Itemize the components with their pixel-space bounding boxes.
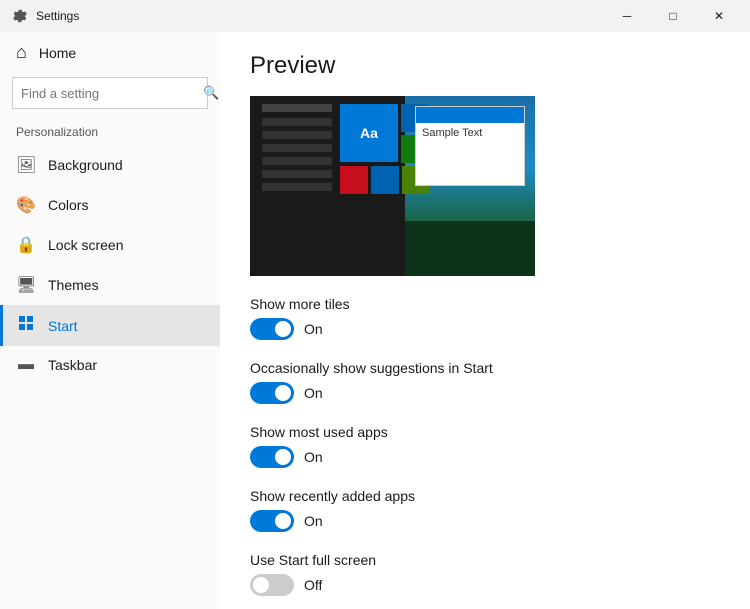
lockscreen-label: Lock screen: [48, 237, 123, 253]
setting-more-tiles: Show more tiles On: [250, 296, 720, 340]
app-title: Settings: [36, 9, 79, 23]
page-title: Preview: [250, 52, 720, 80]
close-button[interactable]: ✕: [696, 0, 742, 32]
taskbar-label: Taskbar: [48, 357, 97, 373]
home-label: Home: [39, 45, 76, 61]
themes-label: Themes: [48, 277, 99, 293]
settings-list: Show more tilesOnOccasionally show sugge…: [250, 296, 720, 609]
toggle-state-most-used: On: [304, 449, 323, 465]
start-icon: [16, 315, 36, 336]
toggle-row-most-used: On: [250, 446, 720, 468]
toggle-knob-recently-added: [275, 513, 291, 529]
toggle-full-screen[interactable]: [250, 574, 294, 596]
tile-aa: Aa: [340, 104, 398, 162]
desktop-preview: Sample Text: [405, 96, 535, 276]
preview-image: Aa: [250, 96, 535, 276]
toggle-state-full-screen: Off: [304, 577, 322, 593]
toggle-row-more-tiles: On: [250, 318, 720, 340]
toggle-most-used[interactable]: [250, 446, 294, 468]
sample-window: Sample Text: [415, 106, 525, 186]
search-input[interactable]: [21, 86, 197, 101]
window-title-bar: [416, 107, 524, 123]
setting-label-more-tiles: Show more tiles: [250, 296, 720, 312]
themes-icon: 🖥: [16, 275, 36, 295]
sidebar: ⌂ Home 🔍 Personalization 🖼 Background 🎨 …: [0, 32, 220, 609]
minimize-button[interactable]: ─: [604, 0, 650, 32]
sidebar-item-themes[interactable]: 🖥 Themes: [0, 265, 220, 305]
toggle-knob-full-screen: [253, 577, 269, 593]
sidebar-item-taskbar[interactable]: ▬ Taskbar: [0, 346, 220, 384]
setting-label-most-used: Show most used apps: [250, 424, 720, 440]
window-controls: ─ □ ✕: [604, 0, 742, 32]
toggle-recently-added[interactable]: [250, 510, 294, 532]
colors-label: Colors: [48, 197, 88, 213]
setting-label-recently-added: Show recently added apps: [250, 488, 720, 504]
toggle-more-tiles[interactable]: [250, 318, 294, 340]
setting-recently-added: Show recently added apps On: [250, 488, 720, 532]
toggle-state-recently-added: On: [304, 513, 323, 529]
maximize-button[interactable]: □: [650, 0, 696, 32]
title-bar: Settings ─ □ ✕: [0, 0, 750, 32]
taskbar-icon: ▬: [16, 356, 36, 374]
toggle-knob-most-used: [275, 449, 291, 465]
background-label: Background: [48, 157, 123, 173]
settings-icon: [12, 8, 28, 24]
home-item[interactable]: ⌂ Home: [0, 32, 220, 73]
lockscreen-icon: 🔒: [16, 235, 36, 255]
sidebar-item-background[interactable]: 🖼 Background: [0, 145, 220, 185]
setting-most-used: Show most used apps On: [250, 424, 720, 468]
toggle-state-more-tiles: On: [304, 321, 323, 337]
toggle-row-full-screen: Off: [250, 574, 720, 596]
setting-full-screen: Use Start full screen Off: [250, 552, 720, 596]
sidebar-item-colors[interactable]: 🎨 Colors: [0, 185, 220, 225]
toggle-row-recently-added: On: [250, 510, 720, 532]
start-menu-preview: Aa: [250, 96, 405, 276]
content-area: Preview: [220, 32, 750, 609]
home-icon: ⌂: [16, 42, 27, 63]
search-icon: 🔍: [203, 85, 219, 101]
setting-label-suggestions: Occasionally show suggestions in Start: [250, 360, 720, 376]
title-bar-left: Settings: [12, 8, 79, 24]
colors-icon: 🎨: [16, 195, 36, 215]
toggle-knob-more-tiles: [275, 321, 291, 337]
section-title: Personalization: [0, 117, 220, 145]
start-label: Start: [48, 318, 78, 334]
toggle-state-suggestions: On: [304, 385, 323, 401]
app-body: ⌂ Home 🔍 Personalization 🖼 Background 🎨 …: [0, 32, 750, 609]
setting-label-full-screen: Use Start full screen: [250, 552, 720, 568]
background-icon: 🖼: [16, 155, 36, 175]
sample-text: Sample Text: [422, 127, 482, 139]
toggle-row-suggestions: On: [250, 382, 720, 404]
search-box[interactable]: 🔍: [12, 77, 208, 109]
toggle-suggestions[interactable]: [250, 382, 294, 404]
sidebar-item-lockscreen[interactable]: 🔒 Lock screen: [0, 225, 220, 265]
toggle-knob-suggestions: [275, 385, 291, 401]
sidebar-item-start[interactable]: Start: [0, 305, 220, 346]
setting-suggestions: Occasionally show suggestions in Start On: [250, 360, 720, 404]
